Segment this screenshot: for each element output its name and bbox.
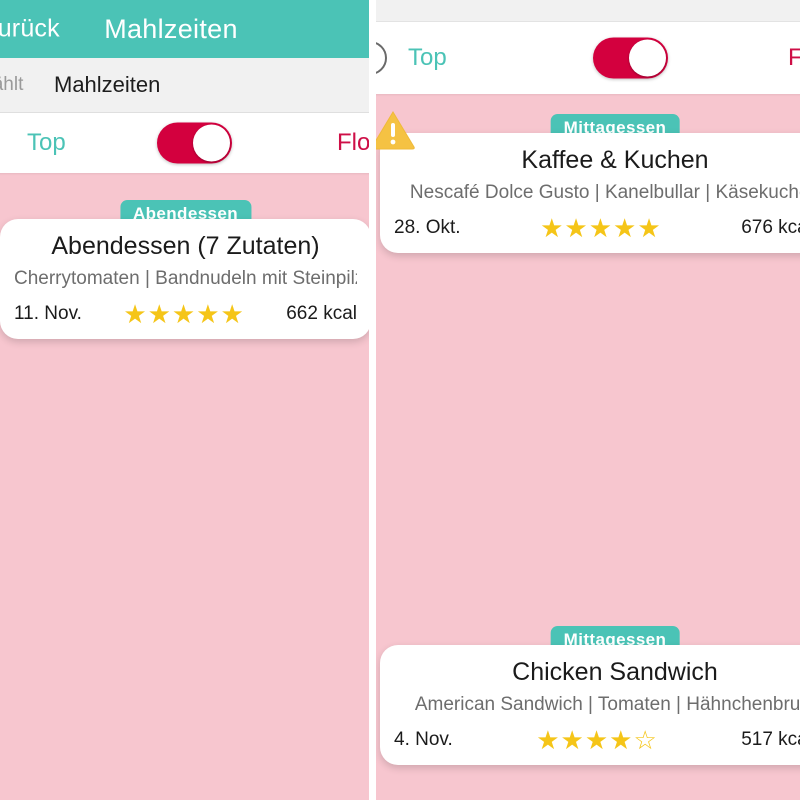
meal-title: Kaffee & Kuchen — [521, 146, 709, 174]
switch-knob — [629, 39, 666, 77]
switch-knob — [193, 124, 230, 162]
meal-ingredients: Cherrytomaten | Bandnudeln mit Steinpilz… — [14, 268, 357, 289]
right-status-strip — [375, 0, 800, 22]
selection-label: wählt — [0, 74, 24, 95]
meal-meta-row: 4. Nov. ★★★★☆ 517 kcal — [394, 727, 800, 753]
top-label[interactable]: Top — [408, 44, 447, 72]
meal-ingredients: Nescafé Dolce Gusto | Kanelbullar | Käse… — [409, 182, 800, 203]
left-top-flop-toggle-row: Top Flop — [0, 113, 371, 173]
meal-card[interactable]: Chicken Sandwich American Sandwich | Tom… — [380, 645, 800, 765]
warning-triangle-icon[interactable] — [375, 110, 415, 150]
meal-calories: 662 kcal — [286, 303, 357, 324]
left-navigation-bar: zurück Mahlzeiten — [0, 0, 371, 58]
flop-label[interactable]: Flop — [788, 44, 800, 72]
screen-divider — [369, 0, 376, 800]
meal-ingredients: American Sandwich | Tomaten | Hähnchenbr… — [414, 694, 800, 715]
meal-date: 11. Nov. — [14, 303, 82, 324]
meal-title: Abendessen (7 Zutaten) — [51, 232, 320, 260]
app-screenshot: zurück Mahlzeiten wählt Mahlzeiten Top F… — [0, 0, 800, 800]
meal-date: 4. Nov. — [394, 729, 453, 750]
meal-meta-row: 11. Nov. ★★★★★ 662 kcal — [14, 301, 357, 327]
meal-card[interactable]: Abendessen (7 Zutaten) Cherrytomaten | B… — [0, 219, 371, 339]
meal-date: 28. Okt. — [394, 217, 461, 238]
left-phone-screen: zurück Mahlzeiten wählt Mahlzeiten Top F… — [0, 0, 371, 800]
right-top-flop-toggle-row: Top Flop — [375, 22, 800, 94]
flop-label[interactable]: Flop — [337, 129, 371, 157]
meal-rating-stars: ★★★★★ — [123, 299, 245, 329]
radio-circle-icon[interactable] — [375, 41, 387, 75]
top-flop-switch[interactable] — [593, 37, 668, 79]
right-phone-screen: Top Flop Mittagessen Kaffee & Kuchen Nes… — [375, 0, 800, 800]
meal-rating-stars: ★★★★★ — [540, 213, 662, 243]
left-sub-header: wählt Mahlzeiten — [0, 58, 371, 113]
meal-meta-row: 28. Okt. ★★★★★ 676 kcal — [394, 215, 800, 241]
meal-title: Chicken Sandwich — [512, 658, 718, 686]
meal-rating-stars: ★★★★☆ — [536, 725, 658, 755]
section-label: Mahlzeiten — [54, 72, 161, 97]
back-button[interactable]: zurück — [0, 15, 60, 44]
top-flop-switch[interactable] — [157, 122, 232, 164]
meal-calories: 517 kcal — [741, 729, 800, 750]
top-label[interactable]: Top — [27, 129, 66, 157]
meal-card[interactable]: Kaffee & Kuchen Nescafé Dolce Gusto | Ka… — [380, 133, 800, 253]
meal-calories: 676 kcal — [741, 217, 800, 238]
